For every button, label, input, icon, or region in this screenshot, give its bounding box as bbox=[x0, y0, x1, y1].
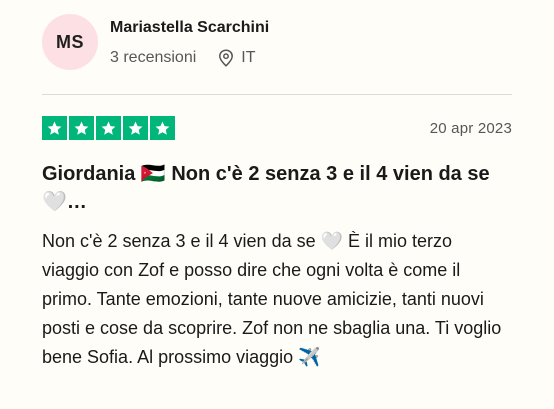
star-icon bbox=[150, 116, 175, 140]
review-title[interactable]: Giordania 🇯🇴 Non c'è 2 senza 3 e il 4 vi… bbox=[42, 160, 512, 216]
star-icon bbox=[42, 116, 67, 140]
avatar-initials: MS bbox=[56, 31, 84, 52]
divider bbox=[42, 94, 512, 95]
reviewer-country: IT bbox=[241, 49, 256, 66]
star-icon bbox=[69, 116, 94, 140]
reviewer-header[interactable]: MS Mariastella Scarchini 3 recensioni IT bbox=[42, 14, 269, 70]
review-body: Non c'è 2 senza 3 e il 4 vien da se 🤍 È … bbox=[42, 231, 502, 367]
reviewer-meta: 3 recensioni IT bbox=[110, 49, 269, 67]
avatar[interactable]: MS bbox=[42, 14, 98, 70]
star-rating bbox=[42, 116, 175, 140]
rating-row: 20 apr 2023 bbox=[42, 116, 512, 140]
review-card: MS Mariastella Scarchini 3 recensioni IT… bbox=[0, 0, 554, 409]
reviewer-name[interactable]: Mariastella Scarchini bbox=[110, 19, 269, 37]
reviews-count: 3 recensioni bbox=[110, 49, 197, 66]
reviewer-info: Mariastella Scarchini 3 recensioni IT bbox=[110, 17, 269, 67]
review-date: 20 apr 2023 bbox=[429, 119, 512, 137]
star-icon bbox=[96, 116, 121, 140]
star-icon bbox=[123, 116, 148, 140]
location-pin-icon bbox=[218, 49, 234, 67]
